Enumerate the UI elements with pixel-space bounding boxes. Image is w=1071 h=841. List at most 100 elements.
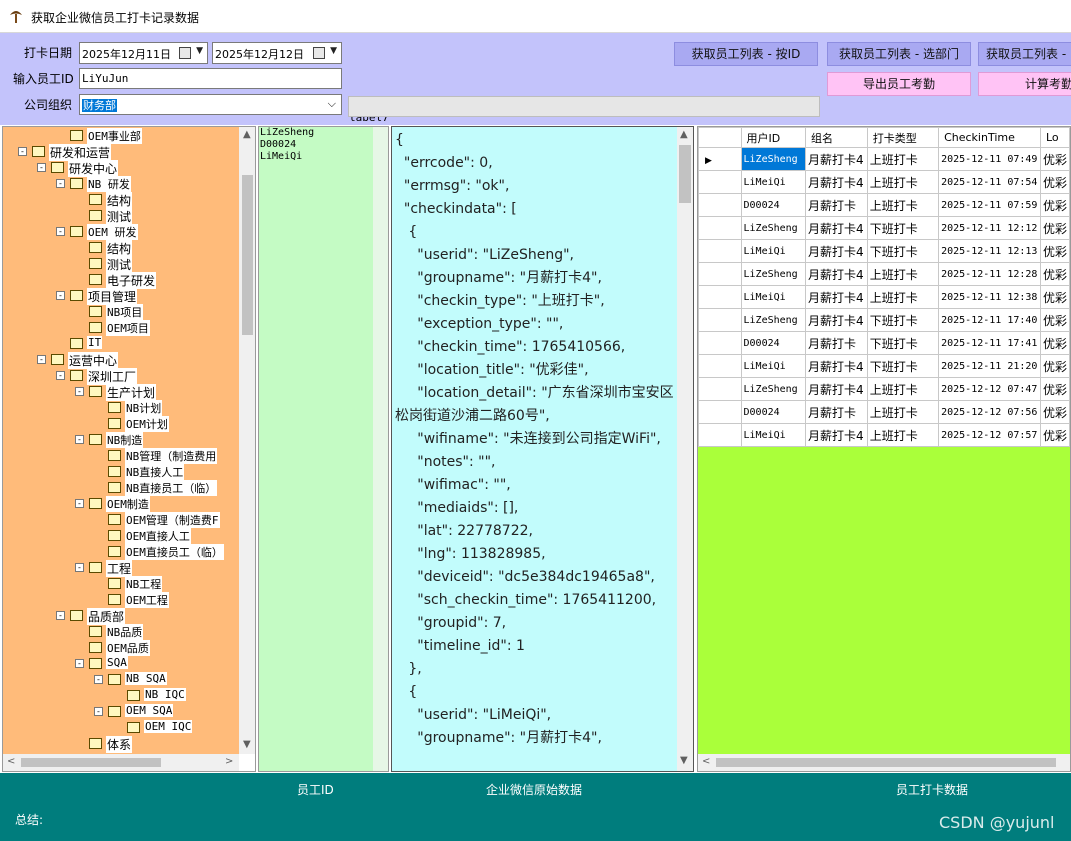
row-header[interactable] [698, 400, 742, 424]
tree-node[interactable]: OEM品质 [3, 640, 239, 656]
tree-node[interactable]: - 项目管理 [3, 288, 239, 305]
table-cell[interactable]: 2025-12-11 17:41 [938, 331, 1041, 355]
table-row[interactable]: LiMeiQi 月薪打卡4 上班打卡 2025-12-11 07:54 优彩 [698, 170, 1070, 194]
table-cell[interactable]: 优彩 [1039, 216, 1070, 240]
collapse-toggle-icon[interactable]: - [75, 387, 84, 396]
table-cell[interactable]: LiZeSheng [740, 262, 807, 286]
tree-node[interactable]: OEM计划 [3, 416, 239, 432]
table-cell[interactable]: 上班打卡 [866, 262, 940, 286]
column-header[interactable]: 用户ID [740, 127, 807, 148]
table-cell[interactable]: 2025-12-11 12:13 [938, 239, 1041, 263]
tree-node[interactable]: 测试 [3, 208, 239, 225]
tree-node[interactable]: NB直接员工（临） [3, 480, 239, 496]
table-cell[interactable]: 上班打卡 [866, 193, 940, 217]
table-row[interactable]: LiMeiQi 月薪打卡4 下班打卡 2025-12-11 21:20 优彩 [698, 354, 1070, 378]
table-cell[interactable]: D00024 [740, 400, 807, 424]
scroll-thumb[interactable] [716, 758, 1056, 767]
tree-node[interactable]: OEM事业部 [3, 128, 239, 144]
table-cell[interactable]: LiMeiQi [740, 239, 807, 263]
tree-node[interactable]: 结构 [3, 240, 239, 257]
table-cell[interactable]: 上班打卡 [866, 285, 940, 309]
tree-node[interactable]: - 研发中心 [3, 160, 239, 177]
tree-node[interactable]: IT [3, 336, 239, 352]
tree-node[interactable]: - OEM SQA [3, 704, 239, 720]
tree-vertical-scrollbar[interactable]: ▲ ▼ [239, 127, 255, 754]
table-cell[interactable]: 月薪打卡4 [805, 216, 868, 240]
chevron-up-icon[interactable]: ▲ [680, 129, 688, 140]
table-cell[interactable]: 下班打卡 [866, 239, 940, 263]
org-select[interactable]: 财务部 ⌵ [79, 94, 342, 115]
tree-node[interactable]: NB管理（制造费用 [3, 448, 239, 464]
tree-node[interactable]: OEM管理（制造费F [3, 512, 239, 528]
table-cell[interactable]: 2025-12-11 07:59 [938, 193, 1041, 217]
table-cell[interactable]: 月薪打卡4 [805, 170, 868, 194]
table-cell[interactable]: 上班打卡 [866, 147, 940, 171]
table-cell[interactable]: 优彩 [1039, 308, 1070, 332]
table-cell[interactable]: 2025-12-11 12:12 [938, 216, 1041, 240]
collapse-toggle-icon[interactable]: - [75, 435, 84, 444]
table-cell[interactable]: 月薪打卡 [805, 400, 868, 424]
row-header[interactable]: ▶ [698, 147, 742, 171]
get-employees-by-id-button[interactable]: 获取员工列表 - 按ID [674, 42, 818, 66]
collapse-toggle-icon[interactable]: - [37, 355, 46, 364]
collapse-toggle-icon[interactable]: - [56, 179, 65, 188]
row-header[interactable] [698, 377, 742, 401]
collapse-toggle-icon[interactable]: - [56, 611, 65, 620]
table-cell[interactable]: 2025-12-12 07:56 [938, 400, 1041, 424]
tree-node[interactable]: - NB 研发 [3, 176, 239, 192]
table-cell[interactable]: 下班打卡 [866, 216, 940, 240]
tree-node[interactable]: NB品质 [3, 624, 239, 640]
export-attendance-button[interactable]: 导出员工考勤 [827, 72, 971, 96]
table-cell[interactable]: LiZeSheng [740, 147, 807, 171]
table-cell[interactable]: 2025-12-11 17:40 [938, 308, 1041, 332]
collapse-toggle-icon[interactable]: - [56, 227, 65, 236]
start-date-picker[interactable]: 2025年12月11日 ▼ [79, 42, 208, 64]
table-row[interactable]: D00024 月薪打卡 上班打卡 2025-12-11 07:59 优彩 [698, 193, 1070, 217]
row-header[interactable] [698, 193, 742, 217]
tree-node[interactable]: 电子研发 [3, 272, 239, 289]
table-cell[interactable]: 月薪打卡4 [805, 147, 868, 171]
table-cell[interactable]: 优彩 [1039, 377, 1070, 401]
tree-node[interactable]: OEM工程 [3, 592, 239, 608]
chevron-down-icon[interactable]: ▼ [243, 739, 251, 750]
get-employees-by-dept-button[interactable]: 获取员工列表 - 选部门 [827, 42, 971, 66]
employee-id-item[interactable]: LiMeiQi [260, 151, 314, 163]
table-row[interactable]: LiMeiQi 月薪打卡4 上班打卡 2025-12-11 12:38 优彩 [698, 285, 1070, 309]
row-header[interactable] [698, 170, 742, 194]
table-cell[interactable]: LiZeSheng [740, 377, 807, 401]
chevron-right-icon[interactable]: > [225, 756, 233, 767]
chevron-up-icon[interactable]: ▲ [243, 129, 251, 140]
table-cell[interactable]: 上班打卡 [866, 377, 940, 401]
employee-id-list[interactable]: LiZeSheng D00024 LiMeiQi [258, 126, 389, 772]
employee-id-item[interactable]: D00024 [260, 139, 314, 151]
json-vertical-scrollbar[interactable]: ▲ ▼ [677, 127, 693, 771]
end-date-picker[interactable]: 2025年12月12日 ▼ [212, 42, 342, 64]
table-cell[interactable]: 优彩 [1039, 400, 1070, 424]
table-cell[interactable]: 下班打卡 [866, 308, 940, 332]
table-row[interactable]: LiZeSheng 月薪打卡4 上班打卡 2025-12-12 07:47 优彩 [698, 377, 1070, 401]
table-cell[interactable]: 2025-12-11 12:38 [938, 285, 1041, 309]
tree-node[interactable]: 结构 [3, 192, 239, 209]
table-cell[interactable]: LiZeSheng [740, 216, 807, 240]
table-cell[interactable]: 月薪打卡4 [805, 285, 868, 309]
checkin-grid[interactable]: 用户ID 组名 打卡类型 CheckinTime Lo ▶ LiZeSheng 月薪打卡4 上班… [697, 126, 1071, 772]
table-cell[interactable]: 优彩 [1039, 262, 1070, 286]
get-employees-button-3[interactable]: 获取员工列表 - [978, 42, 1071, 66]
column-header[interactable]: CheckinTime [938, 127, 1041, 148]
table-cell[interactable]: 2025-12-11 07:54 [938, 170, 1041, 194]
row-header[interactable] [698, 354, 742, 378]
row-header[interactable] [698, 216, 742, 240]
tree-node[interactable]: OEM直接人工 [3, 528, 239, 544]
row-header[interactable] [698, 285, 742, 309]
collapse-toggle-icon[interactable]: - [56, 371, 65, 380]
row-header[interactable] [698, 239, 742, 263]
table-cell[interactable]: 下班打卡 [866, 331, 940, 355]
tree-node[interactable]: - 研发和运营 [3, 144, 239, 161]
collapse-toggle-icon[interactable]: - [94, 675, 103, 684]
tree-node[interactable]: 测试 [3, 256, 239, 273]
collapse-toggle-icon[interactable]: - [56, 291, 65, 300]
table-cell[interactable]: 下班打卡 [866, 354, 940, 378]
scroll-thumb[interactable] [21, 758, 161, 767]
tree-node[interactable]: - 生产计划 [3, 384, 239, 401]
table-cell[interactable]: 月薪打卡4 [805, 239, 868, 263]
